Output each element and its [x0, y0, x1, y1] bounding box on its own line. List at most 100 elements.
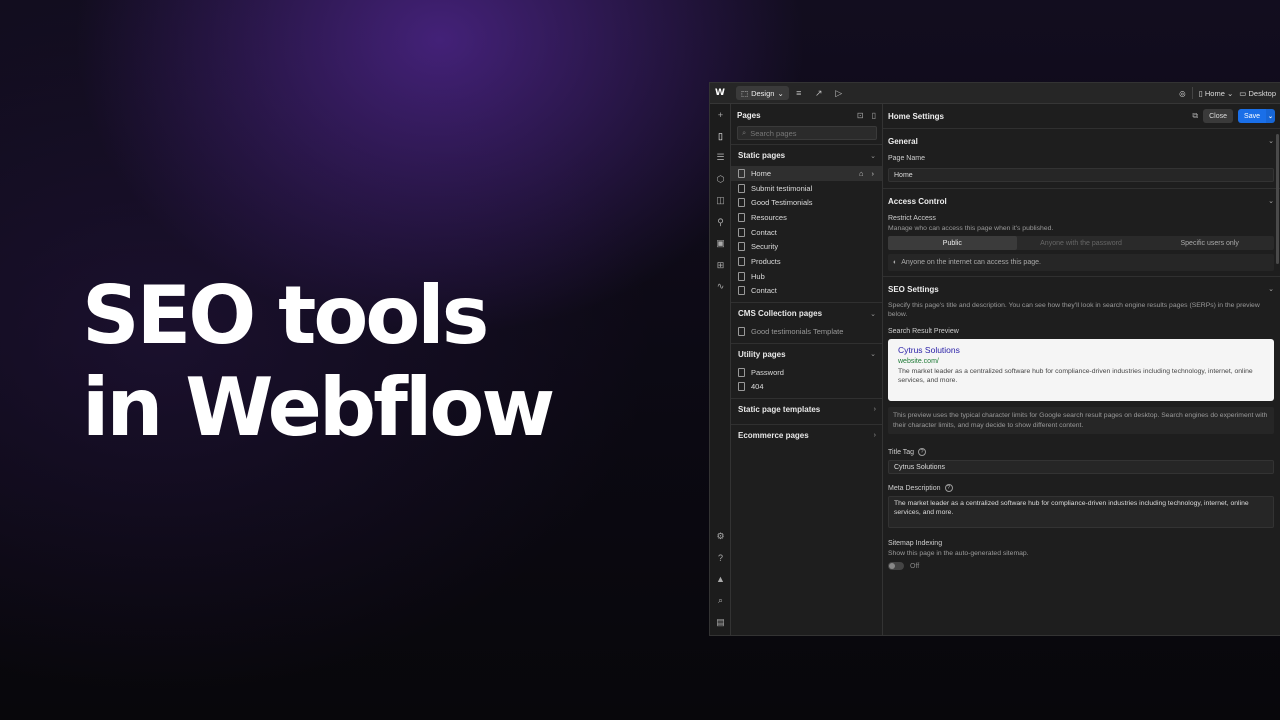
- search-preview-label: Search Result Preview: [888, 328, 959, 335]
- settings-gear-icon[interactable]: ⚙: [710, 526, 731, 548]
- page-item-resources[interactable]: Resources: [731, 210, 882, 225]
- page-item-label: Good Testimonials: [751, 198, 813, 208]
- cms-pages-header[interactable]: CMS Collection pages ⌄: [731, 303, 882, 324]
- close-button[interactable]: Close: [1203, 109, 1234, 123]
- page-icon: [738, 168, 745, 178]
- chevron-right-icon[interactable]: ›: [872, 169, 875, 178]
- preview-url: website.com/: [898, 358, 939, 365]
- cms-pages-section: CMS Collection pages ⌄ Good testimonials…: [731, 302, 882, 343]
- preview-title: Cytrus Solutions: [898, 345, 960, 355]
- settings-scrollbar[interactable]: [1276, 134, 1279, 264]
- page-item-good-testimonials[interactable]: Good Testimonials: [731, 195, 882, 210]
- toggle-state-label: Off: [910, 562, 920, 570]
- search-pages-input[interactable]: ⌕ Search pages: [737, 126, 877, 140]
- variables-icon[interactable]: ◫: [710, 190, 731, 212]
- pages-panel-icon[interactable]: ▯: [710, 126, 731, 148]
- preview-description: The market leader as a centralized softw…: [898, 368, 1253, 384]
- page-item-label: Password: [751, 367, 784, 377]
- page-item-products[interactable]: Products: [731, 254, 882, 269]
- chevron-right-icon: ›: [873, 406, 876, 414]
- page-item-home[interactable]: Home ⌂ ›: [731, 166, 882, 181]
- design-mode-button[interactable]: ⬚ Design ⌄: [736, 86, 789, 100]
- page-item-hub[interactable]: Hub: [731, 269, 882, 284]
- restrict-access-label: Restrict Access: [888, 215, 936, 222]
- save-options-chevron-icon[interactable]: ⌄: [1266, 109, 1275, 123]
- add-panel-icon[interactable]: +: [710, 104, 731, 126]
- video-tutorial-icon[interactable]: ▤: [710, 612, 731, 634]
- page-icon: [738, 367, 745, 377]
- save-button[interactable]: Save: [1238, 109, 1266, 123]
- access-option-specific-users[interactable]: Specific users only: [1145, 236, 1274, 250]
- page-item-contact-2[interactable]: Contact: [731, 284, 882, 299]
- sitemap-toggle[interactable]: Off: [888, 562, 1274, 570]
- cms-database-icon[interactable]: ≡: [789, 83, 809, 104]
- apps-icon[interactable]: ⊞: [710, 255, 731, 277]
- page-icon: [738, 212, 745, 222]
- page-item-label: Submit testimonial: [751, 183, 813, 193]
- chevron-down-icon: ⌄: [1227, 88, 1234, 98]
- new-page-icon[interactable]: ▯: [872, 111, 876, 120]
- help-icon[interactable]: ?: [918, 448, 927, 456]
- chevron-right-icon: ›: [873, 432, 876, 440]
- page-icon: ▯: [1198, 88, 1203, 98]
- restrict-access-desc: Manage who can access this page when it'…: [888, 225, 1054, 232]
- access-option-password[interactable]: Anyone with the password: [1017, 236, 1146, 250]
- assets-icon[interactable]: ▣: [710, 233, 731, 255]
- page-item-good-testimonials-template[interactable]: Good testimonials Template: [731, 324, 882, 339]
- page-item-404[interactable]: 404: [731, 380, 882, 395]
- pages-panel: Pages ⊡ ▯ ⌕ Search pages Static pages ⌄ …: [731, 104, 883, 635]
- preview-play-icon[interactable]: ▷: [829, 83, 849, 104]
- rail-bottom-group: ⚙ ? ▲ ⌕ ▤: [710, 526, 731, 634]
- page-icon: [738, 327, 745, 337]
- meta-description-field[interactable]: The market leader as a centralized softw…: [888, 496, 1274, 528]
- help-icon[interactable]: ?: [710, 547, 731, 569]
- general-header[interactable]: General ⌄: [888, 129, 1274, 153]
- help-icon[interactable]: ?: [944, 484, 953, 492]
- breakpoint-selector[interactable]: ▭ Desktop: [1239, 89, 1276, 98]
- analytics-icon[interactable]: ↗: [809, 83, 829, 104]
- static-templates-header[interactable]: Static page templates ›: [731, 399, 882, 420]
- page-item-label: Contact: [751, 227, 777, 237]
- utility-pages-header[interactable]: Utility pages ⌄: [731, 344, 882, 365]
- settings-header: Home Settings ⧉ Close Save ⌄: [883, 104, 1280, 128]
- page-item-contact[interactable]: Contact: [731, 225, 882, 240]
- search-icon: ⌕: [742, 128, 747, 137]
- page-item-security[interactable]: Security: [731, 239, 882, 254]
- design-mode-label: Design: [751, 88, 775, 98]
- page-item-password[interactable]: Password: [731, 365, 882, 380]
- new-folder-icon[interactable]: ⊡: [857, 111, 864, 120]
- access-option-public[interactable]: Public: [888, 236, 1017, 250]
- chevron-down-icon: ⌄: [1268, 286, 1274, 293]
- search-icon[interactable]: ⌕: [710, 590, 731, 612]
- title-tag-field[interactable]: Cytrus Solutions: [888, 460, 1274, 474]
- desktop-icon: ▭: [1239, 88, 1247, 98]
- globe-icon[interactable]: ◎: [1179, 89, 1186, 98]
- toggle-switch[interactable]: [888, 562, 904, 570]
- webflow-logo-icon[interactable]: W: [710, 83, 730, 104]
- page-item-submit-testimonial[interactable]: Submit testimonial: [731, 181, 882, 196]
- ecommerce-pages-section: Ecommerce pages ›: [731, 424, 882, 446]
- static-templates-title: Static page templates: [738, 405, 821, 415]
- seo-settings-group: SEO Settings ⌄ Specify this page's title…: [883, 276, 1280, 570]
- ecommerce-pages-header[interactable]: Ecommerce pages ›: [731, 425, 882, 446]
- seo-desc: Specify this page's title and descriptio…: [888, 302, 1260, 318]
- copy-icon[interactable]: ⧉: [1192, 111, 1198, 121]
- chevron-down-icon: ⌄: [1268, 138, 1274, 145]
- page-name-field[interactable]: Home: [888, 168, 1274, 182]
- page-selector-label: Home: [1204, 88, 1225, 98]
- access-control-header[interactable]: Access Control ⌄: [888, 189, 1274, 213]
- page-item-label: Good testimonials Template: [751, 327, 844, 337]
- page-item-label: Security: [751, 242, 779, 252]
- navigator-icon[interactable]: ☰: [710, 147, 731, 169]
- page-icon: [738, 382, 745, 392]
- seo-settings-header[interactable]: SEO Settings ⌄: [888, 277, 1274, 301]
- page-selector[interactable]: ▯ Home ⌄: [1199, 89, 1234, 98]
- styles-icon[interactable]: ⚲: [710, 212, 731, 234]
- static-pages-header[interactable]: Static pages ⌄: [731, 145, 882, 166]
- components-icon[interactable]: ⬡: [710, 169, 731, 191]
- toolbar-divider: [1191, 87, 1193, 99]
- utility-pages-section: Utility pages ⌄ Password 404: [731, 342, 882, 398]
- cms-pages-title: CMS Collection pages: [738, 309, 823, 319]
- warning-icon[interactable]: ▲: [710, 569, 731, 591]
- audit-icon[interactable]: ∿: [710, 276, 731, 298]
